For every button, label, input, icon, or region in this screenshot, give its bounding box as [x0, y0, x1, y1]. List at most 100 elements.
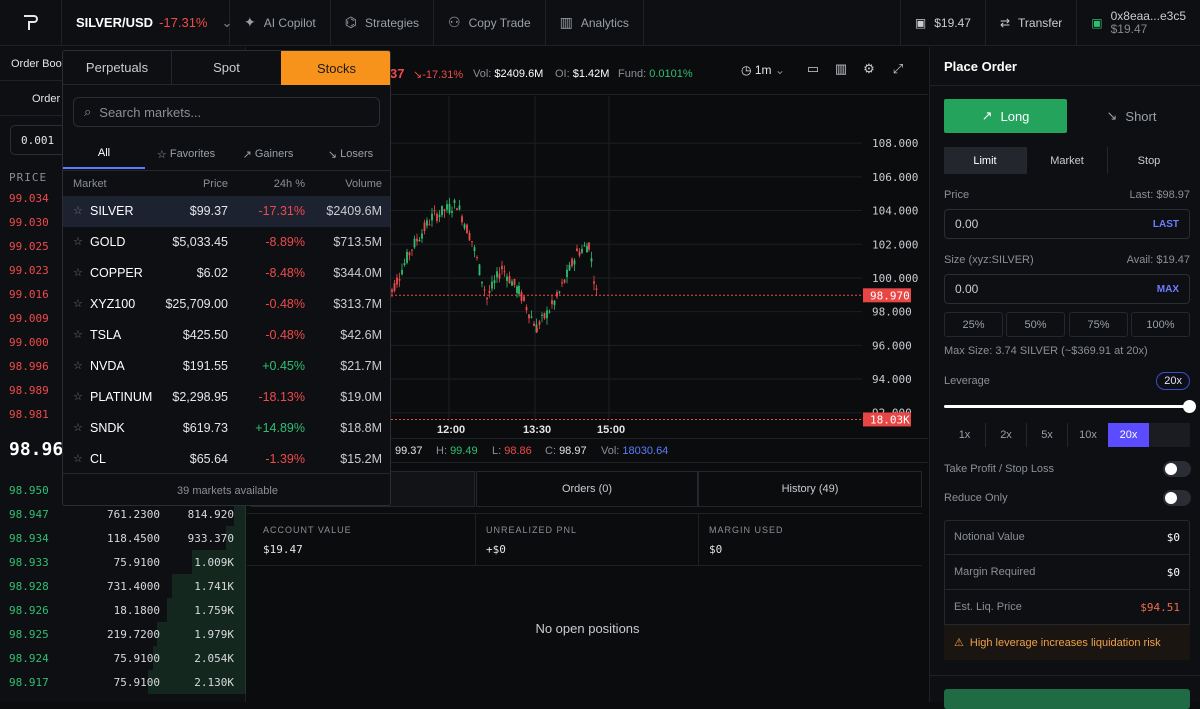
order-type-limit[interactable]: Limit: [944, 147, 1026, 174]
leverage-5x[interactable]: 5x: [1026, 423, 1067, 447]
size-50-button[interactable]: 50%: [1006, 312, 1065, 337]
long-button[interactable]: ↗ Long: [944, 99, 1067, 133]
market-row[interactable]: ☆ NVDA $191.55 +0.45% $21.7M: [63, 351, 390, 382]
market-row[interactable]: ☆ SILVER $99.37 -17.31% $2409.6M: [63, 196, 390, 227]
nav-ai-copilot[interactable]: ✦ AI Copilot: [230, 0, 331, 46]
market-row[interactable]: ☆ SNDK $619.73 +14.89% $18.8M: [63, 413, 390, 444]
bid-price: 98.924: [9, 651, 49, 665]
filter-gainers[interactable]: ↗ Gainers: [227, 139, 309, 169]
market-volume: $21.7M: [340, 359, 382, 373]
fullscreen-icon[interactable]: ⤢: [889, 61, 907, 79]
bid-price: 98.947: [9, 507, 49, 521]
transfer-button[interactable]: ⇄ Transfer: [984, 0, 1076, 46]
star-icon[interactable]: ☆: [73, 421, 83, 434]
last-price-label: Last: $98.97: [1129, 189, 1190, 201]
bid-row[interactable]: 98.926 18.1800 1.759K: [0, 598, 246, 622]
candle-body: [583, 245, 586, 247]
wallet-button[interactable]: ▣ 0x8eaa...e3c5 $19.47: [1076, 0, 1200, 46]
tab-spot[interactable]: Spot: [172, 51, 281, 85]
warning-icon: ⚠: [954, 637, 964, 649]
star-icon[interactable]: ☆: [73, 359, 83, 372]
candle-body: [446, 204, 448, 210]
filter-losers[interactable]: ↘ Losers: [309, 139, 390, 169]
short-label: Short: [1125, 108, 1157, 124]
nav-copy-trade[interactable]: ⚇ Copy Trade: [434, 0, 546, 46]
star-icon[interactable]: ☆: [73, 266, 83, 279]
gear-icon[interactable]: ⚙: [860, 61, 878, 79]
x-tick-label: 13:30: [523, 424, 551, 436]
ask-price: 99.000: [9, 335, 49, 349]
order-type-market[interactable]: Market: [1026, 147, 1108, 174]
leverage-1x[interactable]: 1x: [944, 423, 985, 447]
market-row[interactable]: ☆ PLATINUM $2,298.95 -18.13% $19.0M: [63, 382, 390, 413]
short-button[interactable]: ↘ Short: [1070, 99, 1193, 133]
market-row[interactable]: ☆ TSLA $425.50 -0.48% $42.6M: [63, 320, 390, 351]
nav-analytics[interactable]: ▥ Analytics: [546, 0, 644, 46]
max-button[interactable]: MAX: [1157, 284, 1179, 295]
size-input[interactable]: 0.00 MAX: [944, 274, 1190, 304]
filter-all[interactable]: All: [63, 139, 145, 169]
star-icon[interactable]: ☆: [73, 204, 83, 217]
reduce-only-toggle[interactable]: [1163, 490, 1191, 506]
last-price-partial: 37: [390, 66, 405, 81]
market-row[interactable]: ☆ COPPER $6.02 -8.48% $344.0M: [63, 258, 390, 289]
transfer-icon: ⇄: [999, 15, 1011, 30]
market-row[interactable]: ☆ XYZ100 $25,709.00 -0.48% $313.7M: [63, 289, 390, 320]
tab-perpetuals[interactable]: Perpetuals: [63, 51, 172, 85]
tab-history[interactable]: History (49): [698, 471, 922, 507]
pair-name: SILVER/USD: [76, 15, 154, 30]
price-input[interactable]: 0.00 LAST: [944, 209, 1190, 239]
search-input[interactable]: ⌕ Search markets...: [73, 97, 380, 127]
market-price: $191.55: [182, 359, 228, 373]
bid-row[interactable]: 98.924 75.9100 2.054K: [0, 646, 246, 670]
ask-price: 99.016: [9, 287, 49, 301]
market-name: TSLA: [90, 328, 122, 342]
bid-row[interactable]: 98.928 731.4000 1.741K: [0, 574, 246, 598]
candle-body: [496, 271, 498, 278]
tpsl-toggle[interactable]: [1163, 461, 1191, 477]
bid-row[interactable]: 98.934 118.4500 933.370: [0, 526, 246, 550]
x-tick-label: 12:00: [437, 424, 465, 436]
last-button[interactable]: LAST: [1153, 219, 1179, 230]
timeframe-selector[interactable]: ◷ 1m ⌄: [741, 63, 785, 77]
candle-body: [525, 307, 528, 311]
pair-selector[interactable]: SILVER/USD -17.31% ⌄: [62, 0, 232, 46]
market-row[interactable]: ☆ CL $65.64 -1.39% $15.2M: [63, 444, 390, 475]
filter-favorites[interactable]: ☆ Favorites: [145, 139, 227, 169]
leverage-20x[interactable]: 20x: [1108, 423, 1149, 447]
ohlc-high: H: 99.49: [436, 445, 478, 457]
tick-size-input[interactable]: 0.001: [10, 125, 70, 155]
y-tick-label: 94.000: [872, 373, 912, 386]
candle-body: [506, 276, 508, 281]
leverage-10x[interactable]: 10x: [1067, 423, 1108, 447]
size-75-button[interactable]: 75%: [1069, 312, 1128, 337]
leverage-2x[interactable]: 2x: [985, 423, 1026, 447]
comment-icon[interactable]: ▭: [804, 61, 822, 79]
nav-strategies[interactable]: ⌬ Strategies: [331, 0, 435, 46]
order-type-stop[interactable]: Stop: [1108, 147, 1190, 174]
indicator-icon[interactable]: ▥: [832, 61, 850, 79]
leverage-handle[interactable]: [1183, 400, 1196, 413]
balance-button[interactable]: ▣ $19.47: [899, 0, 985, 46]
tab-orders[interactable]: Orders (0): [476, 471, 698, 507]
pair-change: -17.31%: [159, 15, 208, 30]
market-name: CL: [90, 452, 106, 466]
size-100-button[interactable]: 100%: [1131, 312, 1190, 337]
star-icon[interactable]: ☆: [73, 390, 83, 403]
col-change: 24h %: [273, 178, 305, 190]
app-logo[interactable]: [0, 0, 62, 46]
size-25-button[interactable]: 25%: [944, 312, 1003, 337]
market-row[interactable]: ☆ GOLD $5,033.45 -8.89% $713.5M: [63, 227, 390, 258]
candle-body: [461, 216, 463, 223]
bid-row[interactable]: 98.925 219.7200 1.979K: [0, 622, 246, 646]
tab-stocks[interactable]: Stocks: [281, 51, 390, 85]
bid-row[interactable]: 98.933 75.9100 1.009K: [0, 550, 246, 574]
bid-row[interactable]: 98.917 75.9100 2.130K: [0, 670, 246, 694]
star-icon[interactable]: ☆: [73, 328, 83, 341]
leverage-slider[interactable]: [944, 400, 1196, 413]
submit-order-button[interactable]: [944, 689, 1190, 709]
bid-price: 98.934: [9, 531, 49, 545]
star-icon[interactable]: ☆: [73, 452, 83, 465]
star-icon[interactable]: ☆: [73, 235, 83, 248]
star-icon[interactable]: ☆: [73, 297, 83, 310]
